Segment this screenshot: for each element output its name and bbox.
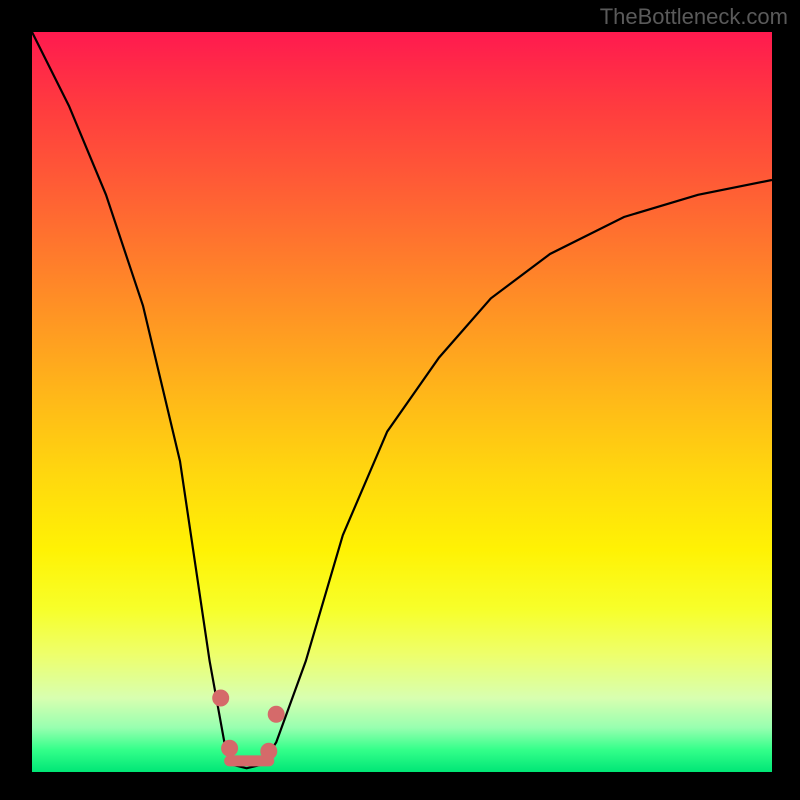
bottleneck-curve [32, 32, 772, 768]
marker-right-lower [261, 743, 277, 759]
watermark: TheBottleneck.com [600, 4, 788, 30]
chart-container: TheBottleneck.com [0, 0, 800, 800]
bottleneck-curve-layer [32, 32, 772, 772]
marker-right-upper [268, 706, 284, 722]
marker-group [213, 690, 285, 759]
marker-left-lower [222, 740, 238, 756]
marker-left-upper [213, 690, 229, 706]
